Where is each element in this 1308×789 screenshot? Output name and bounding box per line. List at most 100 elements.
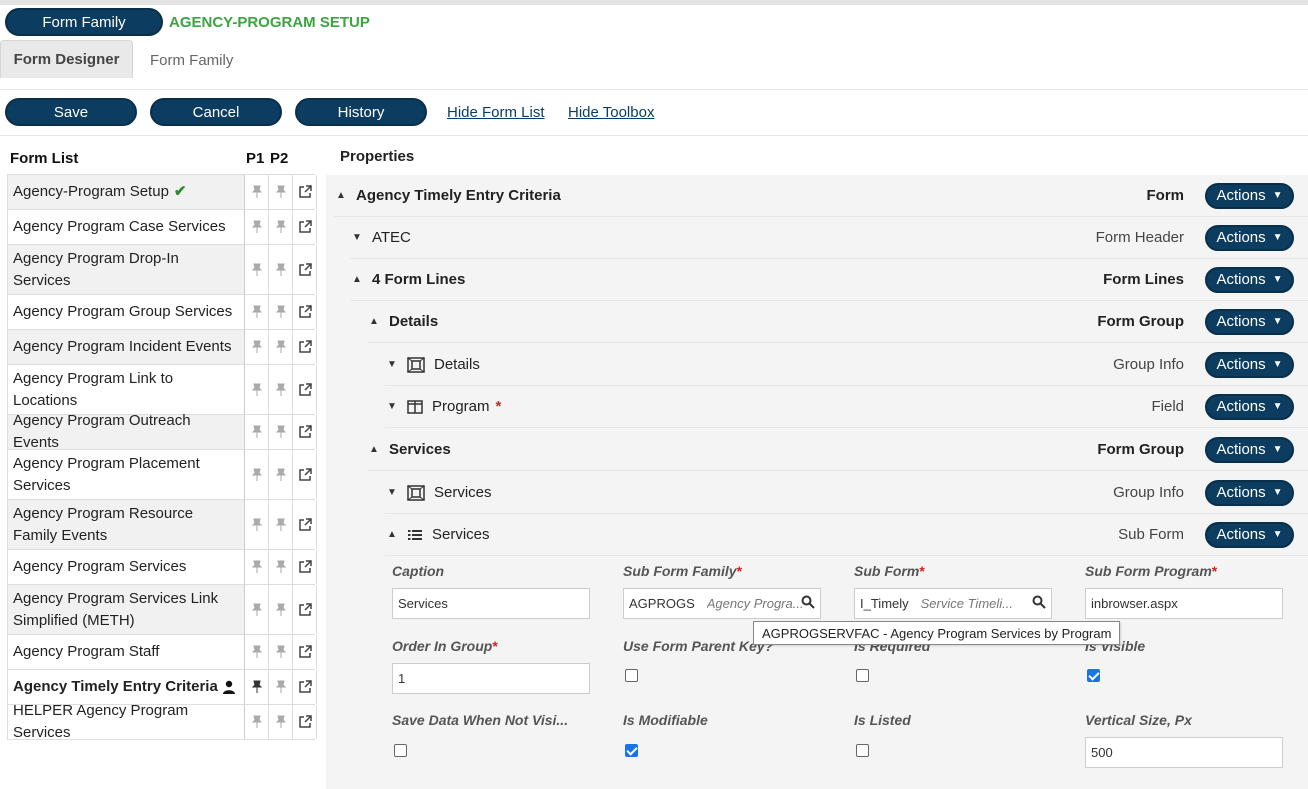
tree-row-sub-form-services[interactable]: ▲ Services Sub Form Actions ▼ (385, 514, 1308, 556)
form-list-item[interactable]: Agency Program Staff (7, 635, 317, 670)
pin-icon[interactable] (269, 415, 293, 449)
form-list-item-name[interactable]: Agency Program Group Services (8, 295, 245, 329)
save-button[interactable]: Save (5, 98, 137, 126)
search-icon[interactable] (1032, 595, 1046, 612)
external-link-icon[interactable] (293, 550, 317, 584)
pin-icon[interactable] (269, 670, 293, 704)
expand-icon[interactable]: ▼ (385, 359, 399, 370)
pin-icon[interactable] (269, 450, 293, 499)
vertical-size-input[interactable]: 500 (1085, 737, 1283, 768)
external-link-icon[interactable] (293, 175, 317, 209)
pin-icon[interactable] (269, 550, 293, 584)
external-link-icon[interactable] (293, 585, 317, 634)
collapse-icon[interactable]: ▲ (367, 444, 381, 455)
actions-button[interactable]: Actions ▼ (1205, 521, 1294, 548)
pin-icon[interactable] (269, 295, 293, 329)
form-list-item[interactable]: Agency Program Services Link Simplified … (7, 585, 317, 635)
external-link-icon[interactable] (293, 295, 317, 329)
form-list-item-name[interactable]: Agency Timely Entry Criteria (8, 670, 245, 704)
external-link-icon[interactable] (293, 635, 317, 669)
sub-form-family-lookup[interactable]: AGPROGS Agency Progra... (623, 588, 821, 619)
pin-icon[interactable] (245, 210, 269, 244)
form-list-item[interactable]: Agency Program Link to Locations (7, 365, 317, 415)
actions-button[interactable]: Actions ▼ (1205, 266, 1294, 293)
pin-icon[interactable] (269, 330, 293, 364)
form-list-item-name[interactable]: Agency Program Link to Locations (8, 365, 245, 414)
tree-row-group-info-services[interactable]: ▼ Services Group Info Actions ▼ (385, 472, 1308, 514)
is-visible-checkbox[interactable] (1087, 669, 1100, 682)
form-list-item[interactable]: Agency Program Incident Events (7, 330, 317, 365)
collapse-icon[interactable]: ▲ (334, 190, 348, 201)
tree-row-form[interactable]: ▲ Agency Timely Entry Criteria Form Acti… (334, 175, 1308, 217)
search-icon[interactable] (801, 595, 815, 612)
form-list-item-name[interactable]: Agency-Program Setup ✔ (8, 175, 245, 209)
actions-button[interactable]: Actions ▼ (1205, 393, 1294, 420)
form-list-item-name[interactable]: Agency Program Services (8, 550, 245, 584)
pin-icon[interactable] (245, 450, 269, 499)
pin-icon[interactable] (245, 175, 269, 209)
form-list-item-name[interactable]: Agency Program Drop-In Services (8, 245, 245, 294)
form-list-item[interactable]: HELPER Agency Program Services (7, 702, 317, 741)
collapse-icon[interactable]: ▲ (385, 529, 399, 540)
form-list-item-name[interactable]: Agency Program Outreach Events (8, 412, 245, 451)
tree-row-form-group-details[interactable]: ▲ Details Form Group Actions ▼ (367, 301, 1308, 343)
expand-icon[interactable]: ▼ (350, 232, 364, 243)
pin-icon[interactable] (245, 245, 269, 294)
is-listed-checkbox[interactable] (856, 744, 869, 757)
external-link-icon[interactable] (293, 365, 317, 414)
tree-row-group-info-details[interactable]: ▼ Details Group Info Actions ▼ (385, 344, 1308, 386)
collapse-icon[interactable]: ▲ (350, 274, 364, 285)
actions-button[interactable]: Actions ▼ (1205, 182, 1294, 209)
actions-button[interactable]: Actions ▼ (1205, 436, 1294, 463)
pin-icon-active[interactable] (245, 670, 269, 704)
pin-icon[interactable] (269, 175, 293, 209)
collapse-icon[interactable]: ▲ (367, 316, 381, 327)
actions-button[interactable]: Actions ▼ (1205, 479, 1294, 506)
sub-form-lookup[interactable]: I_Timely Service Timeli... (854, 588, 1052, 619)
pin-icon[interactable] (245, 585, 269, 634)
tab-form-designer[interactable]: Form Designer (0, 40, 133, 78)
pin-icon[interactable] (269, 245, 293, 294)
form-list-item[interactable]: Agency Program Drop-In Services (7, 245, 317, 295)
pin-icon[interactable] (269, 210, 293, 244)
hide-form-list-link[interactable]: Hide Form List (447, 104, 545, 121)
actions-button[interactable]: Actions ▼ (1205, 224, 1294, 251)
pin-icon[interactable] (245, 415, 269, 449)
form-list-item-name[interactable]: HELPER Agency Program Services (8, 702, 245, 741)
cancel-button[interactable]: Cancel (150, 98, 282, 126)
is-required-checkbox[interactable] (856, 669, 869, 682)
pin-icon[interactable] (245, 330, 269, 364)
actions-button[interactable]: Actions ▼ (1205, 308, 1294, 335)
actions-button[interactable]: Actions ▼ (1205, 351, 1294, 378)
form-list-item-name[interactable]: Agency Program Incident Events (8, 330, 245, 364)
form-list-item-name[interactable]: Agency Program Case Services (8, 210, 245, 244)
tree-row-form-group-services[interactable]: ▲ Services Form Group Actions ▼ (367, 429, 1308, 471)
form-list-item[interactable]: Agency Program Resource Family Events (7, 500, 317, 550)
form-list-item-name[interactable]: Agency Program Staff (8, 635, 245, 669)
form-list-item-name[interactable]: Agency Program Resource Family Events (8, 500, 245, 549)
expand-icon[interactable]: ▼ (385, 487, 399, 498)
save-data-when-not-visible-checkbox[interactable] (394, 744, 407, 757)
tree-row-field-program[interactable]: ▼ Program * Field Actions ▼ (385, 386, 1308, 428)
external-link-icon[interactable] (293, 210, 317, 244)
form-list-item[interactable]: Agency Program Services (7, 550, 317, 585)
pin-icon[interactable] (245, 295, 269, 329)
pin-icon[interactable] (245, 705, 269, 739)
pin-icon[interactable] (269, 500, 293, 549)
tree-row-form-lines[interactable]: ▲ 4 Form Lines Form Lines Actions ▼ (350, 259, 1308, 301)
is-modifiable-checkbox[interactable] (625, 744, 638, 757)
pin-icon[interactable] (245, 550, 269, 584)
sub-form-program-input[interactable]: inbrowser.aspx (1085, 588, 1283, 619)
external-link-icon[interactable] (293, 330, 317, 364)
pin-icon[interactable] (245, 365, 269, 414)
pin-icon[interactable] (269, 635, 293, 669)
caption-input[interactable]: Services (392, 588, 590, 619)
pin-icon[interactable] (245, 500, 269, 549)
pin-icon[interactable] (269, 705, 293, 739)
external-link-icon[interactable] (293, 670, 317, 704)
form-list-item[interactable]: Agency Program Outreach Events (7, 412, 317, 451)
form-family-button[interactable]: Form Family (5, 8, 163, 36)
external-link-icon[interactable] (293, 500, 317, 549)
external-link-icon[interactable] (293, 415, 317, 449)
form-list-item-name[interactable]: Agency Program Placement Services (8, 450, 245, 499)
